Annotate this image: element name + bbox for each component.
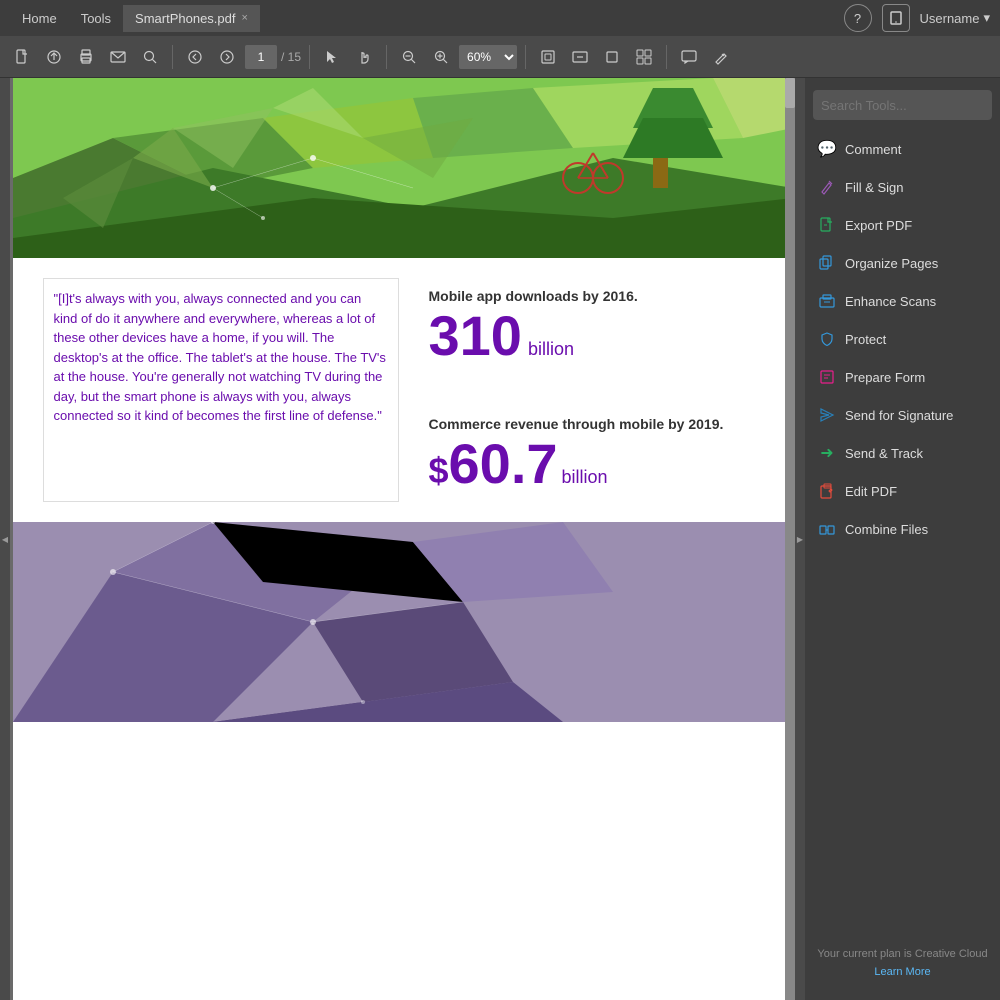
right-sidebar: 💬 Comment Fill & Sign Export PDF Organiz… bbox=[805, 78, 1000, 1000]
stats-section: Mobile app downloads by 2016. 310 billio… bbox=[429, 278, 763, 502]
device-icon[interactable] bbox=[882, 4, 910, 32]
quote-text: "[I]t's always with you, always connecte… bbox=[54, 289, 388, 426]
tool-fill-sign[interactable]: Fill & Sign bbox=[805, 168, 1000, 206]
scroll-bar[interactable] bbox=[785, 78, 795, 1000]
tools-menu[interactable]: Tools bbox=[69, 5, 123, 32]
pdf-tab[interactable]: SmartPhones.pdf × bbox=[123, 5, 260, 32]
sep1 bbox=[172, 45, 173, 69]
page-separator: / 15 bbox=[281, 50, 301, 64]
organize-pages-icon bbox=[817, 253, 837, 273]
tab-label: SmartPhones.pdf bbox=[135, 11, 235, 26]
quote-section: "[I]t's always with you, always connecte… bbox=[43, 278, 399, 502]
combine-files-icon bbox=[817, 519, 837, 539]
stat1-number: 310 bbox=[429, 308, 522, 364]
tool-send-track-label: Send & Track bbox=[845, 446, 923, 461]
left-panel-toggle[interactable]: ◀ bbox=[0, 78, 10, 1000]
tool-combine-files[interactable]: Combine Files bbox=[805, 510, 1000, 548]
fit-width-btn[interactable] bbox=[566, 43, 594, 71]
export-pdf-icon bbox=[817, 215, 837, 235]
tool-prepare-form[interactable]: Prepare Form bbox=[805, 358, 1000, 396]
main-area: ◀ bbox=[0, 78, 1000, 1000]
sidebar-footer-text: Your current plan is Creative Cloud bbox=[817, 947, 988, 962]
tool-export-pdf-label: Export PDF bbox=[845, 218, 912, 233]
pdf-footer-image bbox=[13, 522, 793, 722]
new-file-btn[interactable] bbox=[8, 43, 36, 71]
rotate-btn[interactable] bbox=[598, 43, 626, 71]
menu-bar: Home Tools SmartPhones.pdf × ? Username … bbox=[0, 0, 1000, 36]
tool-prepare-form-label: Prepare Form bbox=[845, 370, 925, 385]
tool-protect-label: Protect bbox=[845, 332, 886, 347]
username-arrow: ▾ bbox=[983, 10, 990, 26]
menu-bar-right: ? Username ▾ bbox=[844, 4, 991, 32]
edit-pdf-icon bbox=[817, 481, 837, 501]
tool-send-track[interactable]: ➜ Send & Track bbox=[805, 434, 1000, 472]
stat2-number: 60.7 bbox=[449, 436, 558, 492]
sidebar-footer: Your current plan is Creative Cloud Lear… bbox=[805, 935, 1000, 992]
stat1-unit: billion bbox=[528, 339, 574, 360]
tool-comment-label: Comment bbox=[845, 142, 901, 157]
stat2-unit: billion bbox=[562, 467, 608, 488]
send-track-icon: ➜ bbox=[817, 443, 837, 463]
page-input[interactable] bbox=[245, 45, 277, 69]
help-icon[interactable]: ? bbox=[844, 4, 872, 32]
tool-protect[interactable]: Protect bbox=[805, 320, 1000, 358]
toolbar: / 15 60%75%100%125%150% bbox=[0, 36, 1000, 78]
tool-combine-files-label: Combine Files bbox=[845, 522, 928, 537]
tool-send-signature-label: Send for Signature bbox=[845, 408, 953, 423]
tool-enhance-scans-label: Enhance Scans bbox=[845, 294, 936, 309]
pencil-toolbar-btn[interactable] bbox=[707, 43, 735, 71]
zoom-out-btn[interactable] bbox=[395, 43, 423, 71]
pdf-header-image bbox=[13, 78, 793, 258]
protect-icon bbox=[817, 329, 837, 349]
select-tool-btn[interactable] bbox=[318, 43, 346, 71]
search-btn[interactable] bbox=[136, 43, 164, 71]
zoom-select[interactable]: 60%75%100%125%150% bbox=[459, 45, 517, 69]
upload-btn[interactable] bbox=[40, 43, 68, 71]
zoom-in-btn[interactable] bbox=[427, 43, 455, 71]
sep5 bbox=[666, 45, 667, 69]
tool-enhance-scans[interactable]: Enhance Scans bbox=[805, 282, 1000, 320]
fit-page-btn[interactable] bbox=[534, 43, 562, 71]
tool-edit-pdf[interactable]: Edit PDF bbox=[805, 472, 1000, 510]
stat-divider bbox=[429, 380, 763, 400]
hand-tool-btn[interactable] bbox=[350, 43, 378, 71]
home-menu[interactable]: Home bbox=[10, 5, 69, 32]
tool-comment[interactable]: 💬 Comment bbox=[805, 130, 1000, 168]
prev-page-btn[interactable] bbox=[181, 43, 209, 71]
username-btn[interactable]: Username ▾ bbox=[920, 10, 991, 26]
search-tools-input[interactable] bbox=[813, 90, 992, 120]
tab-close-btn[interactable]: × bbox=[242, 12, 248, 24]
thumbnail-btn[interactable] bbox=[630, 43, 658, 71]
comment-icon: 💬 bbox=[817, 139, 837, 159]
pdf-content: "[I]t's always with you, always connecte… bbox=[13, 258, 793, 522]
fill-sign-icon bbox=[817, 177, 837, 197]
username-label: Username bbox=[920, 11, 980, 26]
tool-edit-pdf-label: Edit PDF bbox=[845, 484, 897, 499]
send-signature-icon bbox=[817, 405, 837, 425]
stat1-label: Mobile app downloads by 2016. bbox=[429, 288, 763, 304]
tool-send-signature[interactable]: Send for Signature bbox=[805, 396, 1000, 434]
pdf-viewer: "[I]t's always with you, always connecte… bbox=[10, 78, 795, 1000]
comment-toolbar-btn[interactable] bbox=[675, 43, 703, 71]
page-nav: / 15 bbox=[245, 45, 301, 69]
print-btn[interactable] bbox=[72, 43, 100, 71]
sep4 bbox=[525, 45, 526, 69]
prepare-form-icon bbox=[817, 367, 837, 387]
next-page-btn[interactable] bbox=[213, 43, 241, 71]
learn-more-link[interactable]: Learn More bbox=[874, 966, 930, 978]
right-panel-toggle[interactable]: ▶ bbox=[795, 78, 805, 1000]
sep2 bbox=[309, 45, 310, 69]
email-btn[interactable] bbox=[104, 43, 132, 71]
tool-fill-sign-label: Fill & Sign bbox=[845, 180, 904, 195]
enhance-scans-icon bbox=[817, 291, 837, 311]
scroll-thumb[interactable] bbox=[785, 78, 795, 108]
pdf-page: "[I]t's always with you, always connecte… bbox=[13, 78, 793, 1000]
tool-organize-pages-label: Organize Pages bbox=[845, 256, 938, 271]
stat2-label: Commerce revenue through mobile by 2019. bbox=[429, 416, 763, 432]
stat2-prefix: $ bbox=[429, 453, 449, 489]
tool-organize-pages[interactable]: Organize Pages bbox=[805, 244, 1000, 282]
sep3 bbox=[386, 45, 387, 69]
tool-export-pdf[interactable]: Export PDF bbox=[805, 206, 1000, 244]
